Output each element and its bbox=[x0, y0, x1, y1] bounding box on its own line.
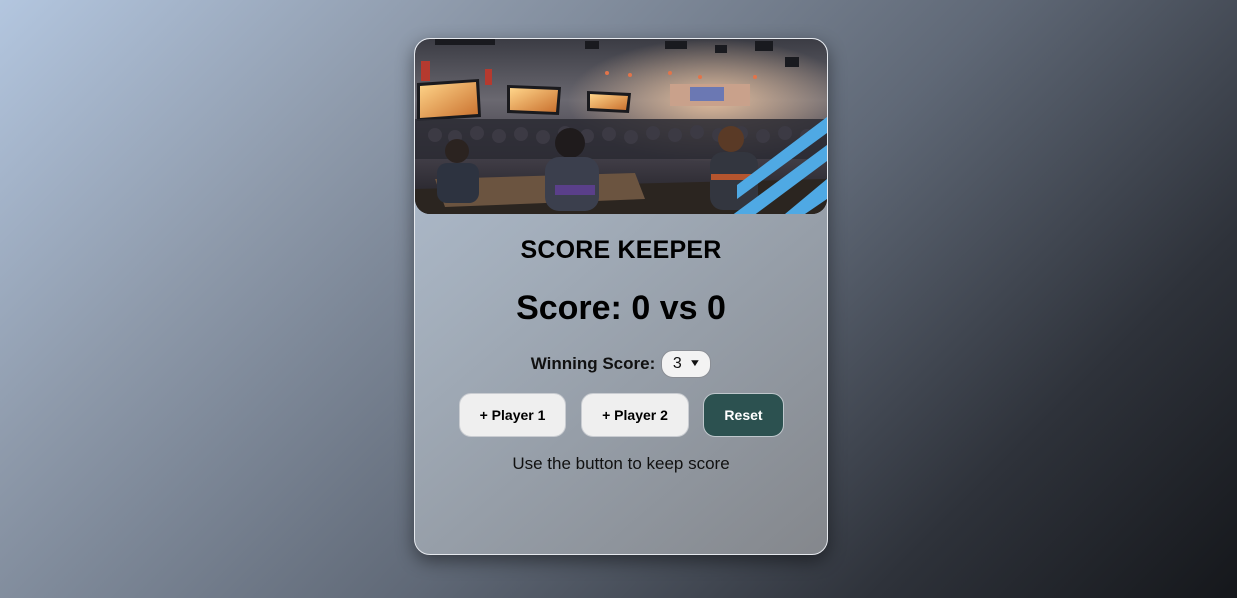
status-text: Use the button to keep score bbox=[512, 454, 730, 473]
hero-image bbox=[415, 39, 827, 214]
add-player1-button[interactable]: + Player 1 bbox=[459, 393, 566, 437]
winning-score-row: Winning Score: 3 ▼ bbox=[415, 350, 827, 378]
score-keeper-card: SCORE KEEPER Score: 0 vs 0 Winning Score… bbox=[414, 38, 828, 555]
winning-score-value: 3 bbox=[672, 355, 682, 372]
winning-score-label: Winning Score: bbox=[530, 354, 656, 373]
page-title: SCORE KEEPER bbox=[520, 236, 722, 264]
score-separator: vs bbox=[659, 289, 698, 327]
winning-score-select[interactable]: 3 ▼ bbox=[661, 350, 712, 378]
player1-score: 0 bbox=[631, 289, 651, 327]
score-prefix: Score: bbox=[516, 289, 622, 327]
player2-score: 0 bbox=[707, 289, 726, 327]
reset-button[interactable]: Reset bbox=[703, 393, 784, 437]
chevron-down-icon: ▼ bbox=[688, 358, 702, 369]
score-display: Score: 0 vs 0 bbox=[415, 289, 827, 328]
add-player2-button[interactable]: + Player 2 bbox=[581, 393, 689, 437]
